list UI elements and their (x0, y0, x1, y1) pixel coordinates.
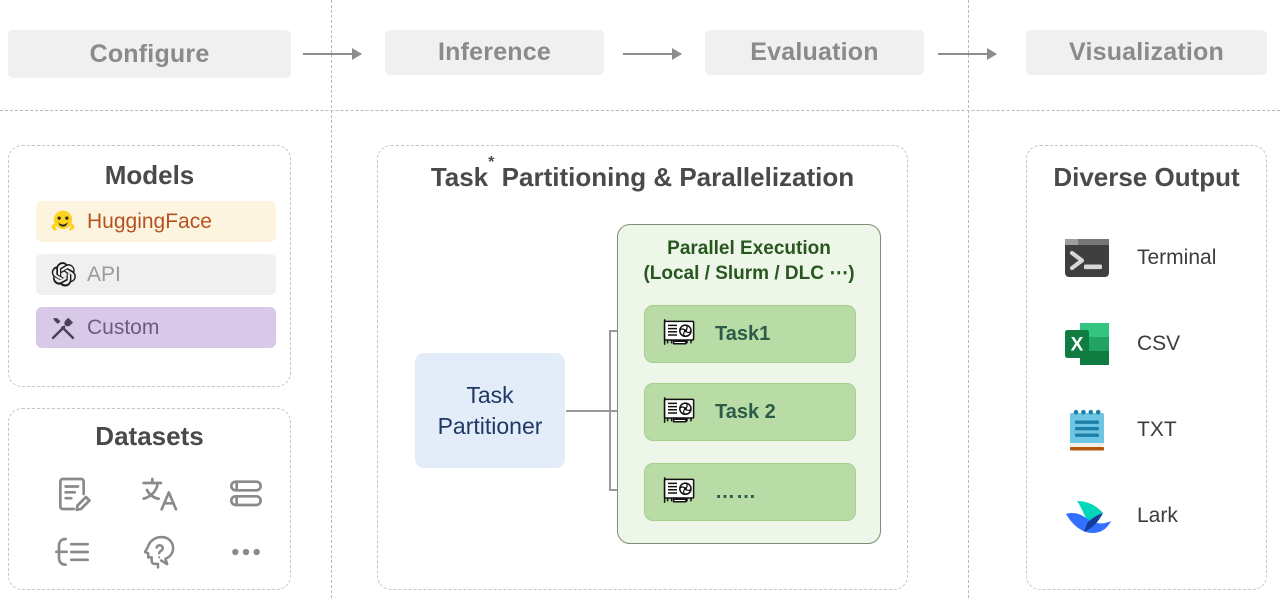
task-partitioning-title: Task* Partitioning & Parallelization (378, 153, 907, 193)
vertical-divider-right (968, 0, 969, 598)
model-item-api[interactable]: API (36, 254, 276, 295)
document-edit-icon[interactable] (48, 470, 96, 518)
pipeline-stage-label: Visualization (1069, 38, 1224, 66)
title-rest: Partitioning & Parallelization (494, 162, 855, 192)
parallel-title-line1: Parallel Execution (667, 238, 831, 259)
tools-icon (48, 313, 78, 343)
model-item-custom[interactable]: Custom (36, 307, 276, 348)
output-item-label: CSV (1137, 332, 1181, 355)
task-label: Task 2 (715, 400, 776, 423)
output-item-label: TXT (1137, 418, 1177, 441)
task-partitioner-line2: Partitioner (437, 412, 543, 439)
diagram-root: Configure Inference Evaluation Visualiza… (0, 0, 1280, 598)
title-main: Task (430, 162, 489, 192)
pipeline-stage-label: Configure (89, 39, 210, 68)
math-list-icon[interactable] (48, 528, 96, 576)
datasets-panel: Datasets (8, 408, 291, 590)
pipeline-stage-evaluation[interactable]: Evaluation (705, 30, 924, 75)
datasets-icon-grid (29, 465, 289, 581)
pipeline-stage-label: Inference (438, 38, 551, 66)
pipeline-stage-inference[interactable]: Inference (385, 30, 604, 75)
model-item-label: HuggingFace (87, 209, 212, 233)
pipeline-arrow-3 (938, 53, 996, 55)
parallel-execution-title: Parallel Execution (Local / Slurm / DLC … (618, 225, 880, 287)
connector-bus (609, 330, 611, 490)
gpu-card-icon (661, 473, 699, 512)
diverse-output-title: Diverse Output (1053, 162, 1240, 192)
task-partitioner-box[interactable]: Task Partitioner (415, 353, 565, 468)
parallel-execution-panel: Parallel Execution (Local / Slurm / DLC … (617, 224, 881, 544)
lark-icon (1063, 492, 1111, 540)
translate-icon[interactable] (135, 470, 183, 518)
output-item-csv[interactable]: X CSV (1063, 320, 1180, 368)
pipeline-stage-configure[interactable]: Configure (8, 30, 291, 78)
pipeline-stage-visualization[interactable]: Visualization (1026, 30, 1267, 75)
model-item-huggingface[interactable]: HuggingFace (36, 201, 276, 242)
vertical-divider-left (331, 0, 332, 598)
reasoning-head-icon[interactable] (135, 528, 183, 576)
openai-icon (48, 260, 78, 290)
task-partitioner-line1: Task (466, 382, 514, 409)
gpu-card-icon (661, 315, 699, 354)
models-panel: Models HuggingFace API Custom (8, 145, 291, 387)
output-item-label: Terminal (1137, 246, 1217, 269)
parallel-title-line2: (Local / Slurm / DLC ⋯) (643, 263, 855, 285)
terminal-icon (1063, 234, 1111, 282)
task-box-3[interactable]: …… (644, 463, 856, 521)
title-asterisk: * (488, 153, 495, 172)
books-stack-icon[interactable] (222, 470, 270, 518)
output-item-terminal[interactable]: Terminal (1063, 234, 1216, 282)
svg-text:X: X (1071, 335, 1084, 356)
hugging-face-icon (48, 207, 78, 237)
ellipsis-icon[interactable] (222, 528, 270, 576)
notepad-txt-icon (1063, 406, 1111, 454)
task-partitioning-panel: Task* Partitioning & Parallelization Tas… (377, 145, 908, 590)
output-item-lark[interactable]: Lark (1063, 492, 1178, 540)
task-box-1[interactable]: Task1 (644, 305, 856, 363)
task-label: …… (715, 480, 757, 503)
task-box-2[interactable]: Task 2 (644, 383, 856, 441)
model-item-label: Custom (87, 315, 160, 339)
datasets-title: Datasets (95, 421, 204, 451)
models-title: Models (104, 160, 195, 190)
pipeline-arrow-1 (303, 53, 361, 55)
pipeline-stage-label: Evaluation (750, 38, 879, 66)
output-item-txt[interactable]: TXT (1063, 406, 1177, 454)
task-label: Task1 (715, 322, 771, 345)
gpu-card-icon (661, 393, 699, 432)
excel-csv-icon: X (1063, 320, 1111, 368)
output-item-label: Lark (1137, 504, 1178, 527)
horizontal-divider (0, 110, 1280, 111)
model-item-label: API (87, 262, 121, 286)
diverse-output-panel: Diverse Output Terminal X CSV TXT Lark (1026, 145, 1267, 590)
pipeline-arrow-2 (623, 53, 681, 55)
